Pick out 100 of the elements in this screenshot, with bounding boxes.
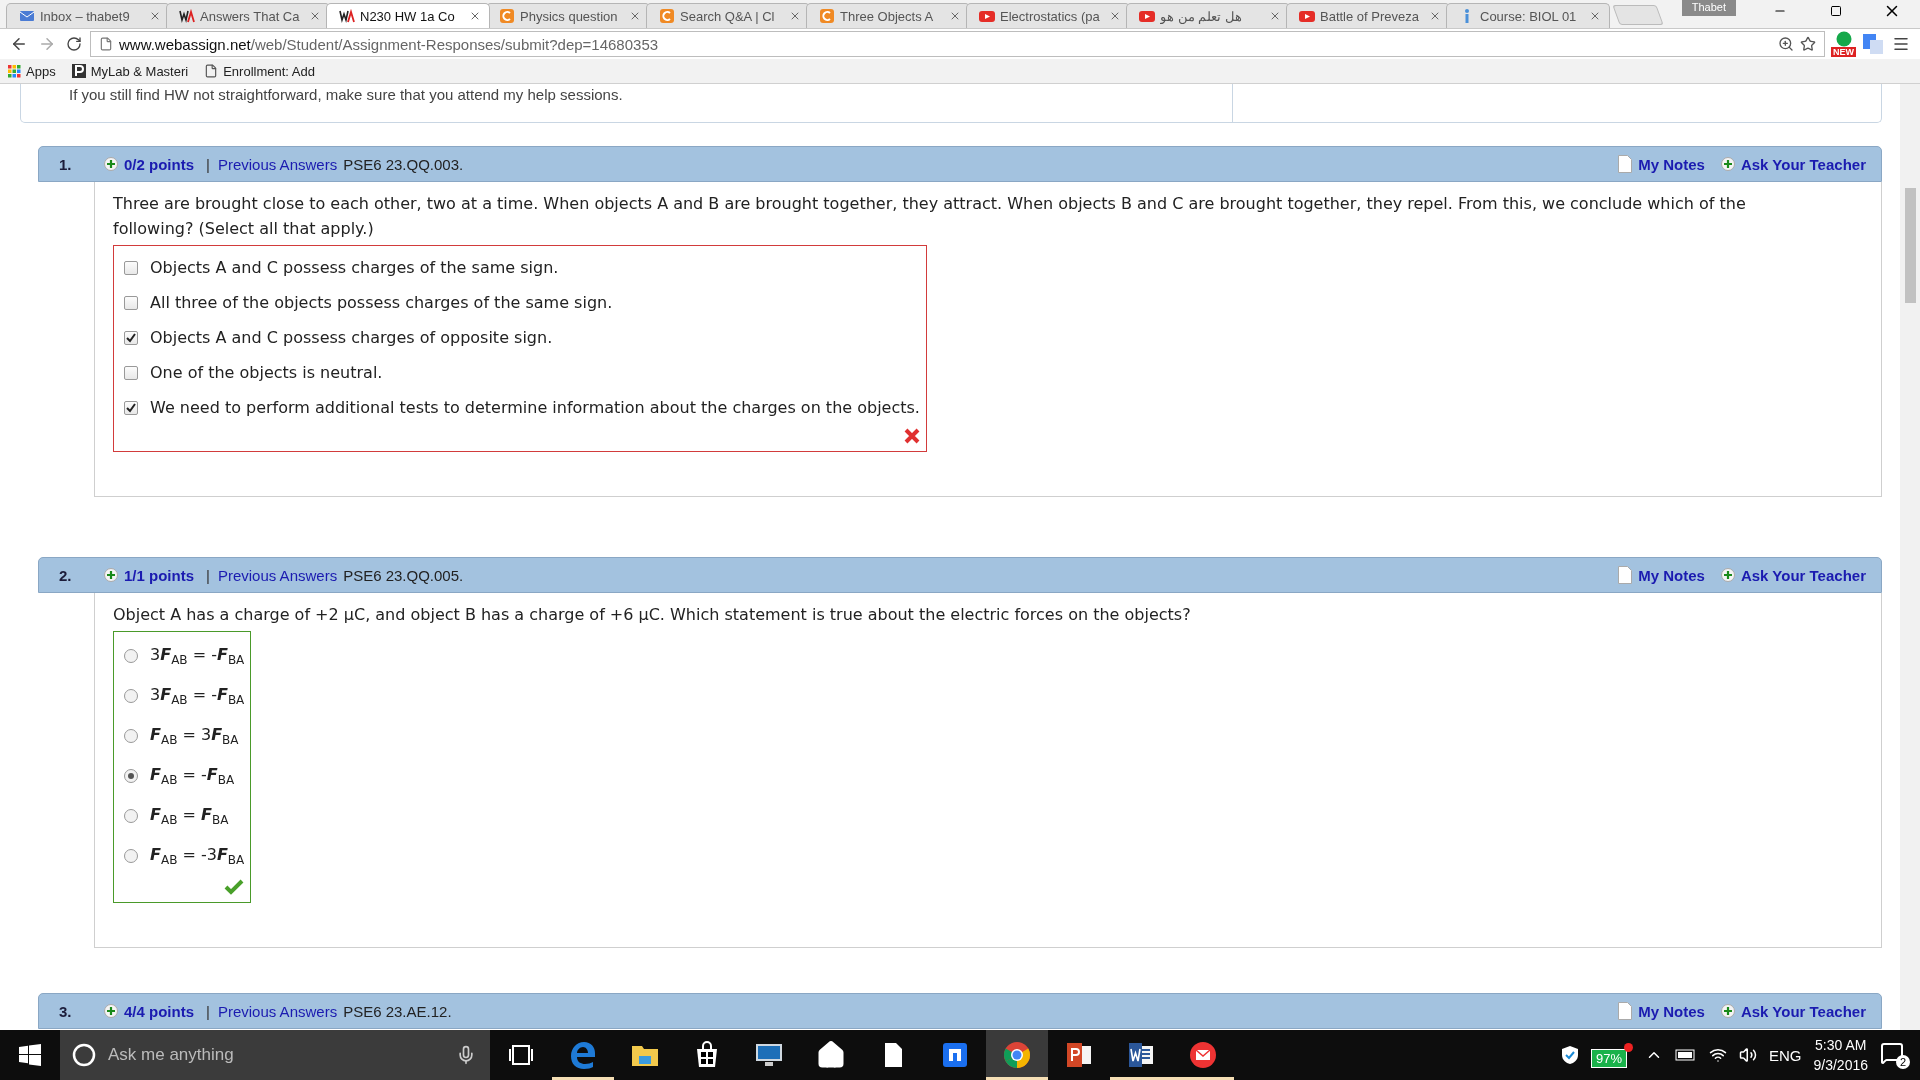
option-label: Objects A and C possess charges of the same sign. xyxy=(150,258,559,277)
checkmark-icon xyxy=(126,332,136,343)
separator-text: | xyxy=(206,1002,210,1020)
windows-logo-icon xyxy=(19,1044,41,1066)
option-label: F$_{AB}$ = 3F$_{BA}$ xyxy=(150,724,239,748)
envelope-icon xyxy=(19,8,35,24)
close-icon[interactable] xyxy=(1269,10,1281,22)
my-notes-link[interactable]: My Notes xyxy=(1638,155,1705,173)
bookmark-link[interactable]: MyLab & Masteri xyxy=(71,63,189,79)
profile-name[interactable]: Thabet xyxy=(1681,0,1736,16)
shield-icon xyxy=(1560,1045,1579,1065)
bookmark-link[interactable]: Enrollment: Add xyxy=(204,63,315,79)
option-label: F$_{AB}$ = F$_{BA}$ xyxy=(150,804,229,828)
logo-icon xyxy=(659,8,675,24)
my-notes-link[interactable]: My Notes xyxy=(1638,566,1705,584)
note-icon xyxy=(1618,1002,1633,1020)
radio-button[interactable] xyxy=(124,769,138,783)
logo-icon xyxy=(819,8,835,24)
previous-answers-link[interactable]: Previous Answers xyxy=(217,566,338,584)
question-number: 3. xyxy=(59,1002,73,1020)
close-icon[interactable] xyxy=(1109,10,1121,22)
checkbox[interactable] xyxy=(124,330,138,345)
envelope-icon xyxy=(1188,1040,1218,1070)
option-label: F$_{AB}$ = -F$_{BA}$ xyxy=(150,764,235,788)
checkmark-icon xyxy=(126,402,136,413)
checkbox[interactable] xyxy=(124,400,138,415)
my-notes-link[interactable]: My Notes xyxy=(1638,1002,1705,1020)
document-lines-icon xyxy=(1126,1040,1156,1070)
plus-icon xyxy=(1720,1004,1735,1018)
radio-button[interactable] xyxy=(124,649,138,663)
close-icon[interactable] xyxy=(149,10,161,22)
previous-answers-link[interactable]: Previous Answers xyxy=(217,1002,338,1020)
notifications-button[interactable]: 2 xyxy=(1880,1041,1910,1069)
page-icon xyxy=(99,37,113,51)
language-indicator[interactable]: ENG xyxy=(1769,1046,1802,1064)
option-label: F$_{AB}$ = -3F$_{BA}$ xyxy=(150,844,245,868)
checkbox[interactable] xyxy=(124,365,138,380)
app-icon xyxy=(940,1040,970,1070)
browser-tab[interactable]: Course: BIOL 01 xyxy=(1446,3,1610,28)
option-label: Objects A and C possess charges of opposite sign. xyxy=(150,328,553,347)
microphone-icon[interactable] xyxy=(456,1045,476,1065)
close-icon[interactable] xyxy=(1429,10,1441,22)
points-score: 1/1 points xyxy=(124,566,194,584)
question-text: Object A has a charge of +2 μC, and object B has a charge of +6 μC. Which statement is true about the electric forces on the objects? xyxy=(113,604,1192,626)
translate-icon[interactable] xyxy=(1862,33,1884,55)
play-icon xyxy=(979,8,995,24)
checkbox[interactable] xyxy=(124,295,138,310)
chrome-icon xyxy=(1002,1040,1032,1070)
plus-icon xyxy=(104,568,118,582)
task-view-icon xyxy=(509,1044,533,1066)
previous-answers-link[interactable]: Previous Answers xyxy=(217,155,338,173)
ask-teacher-link[interactable]: Ask Your Teacher xyxy=(1740,1002,1866,1020)
checkbox[interactable] xyxy=(124,260,138,275)
clock[interactable]: 5:30 AM 9/3/2016 xyxy=(1813,1035,1868,1075)
scrollbar[interactable] xyxy=(1900,84,1920,1030)
close-icon[interactable] xyxy=(1589,10,1601,22)
question-code: PSE6 23.QQ.005. xyxy=(343,566,464,584)
page-icon xyxy=(204,64,219,78)
note-icon xyxy=(1618,155,1633,173)
play-icon xyxy=(1139,8,1155,24)
option-label: All three of the objects possess charges of the same sign. xyxy=(150,293,613,312)
close-icon[interactable] xyxy=(309,10,321,22)
play-icon xyxy=(1299,8,1315,24)
plus-icon xyxy=(1720,157,1735,171)
logo-icon xyxy=(179,8,195,24)
address-bar[interactable]: www.webassign.net/web/Student/Assignment-Responses/submit?dep=14680353 xyxy=(90,31,1825,57)
volume-icon[interactable] xyxy=(1739,1046,1757,1064)
close-icon[interactable] xyxy=(629,10,641,22)
note-icon xyxy=(1618,566,1633,584)
taskbar-app-button[interactable] xyxy=(986,1030,1048,1080)
reload-button[interactable] xyxy=(64,34,84,54)
home-icon xyxy=(816,1040,846,1070)
option-label: One of the objects is neutral. xyxy=(150,363,383,382)
plus-icon xyxy=(104,157,118,171)
close-icon[interactable] xyxy=(949,10,961,22)
ask-teacher-link[interactable]: Ask Your Teacher xyxy=(1740,155,1866,173)
radio-button[interactable] xyxy=(124,689,138,703)
apps-grid-icon xyxy=(8,64,21,78)
battery-icon[interactable] xyxy=(1675,1048,1697,1062)
points-score: 0/2 points xyxy=(124,155,194,173)
radio-button[interactable] xyxy=(124,729,138,743)
search-field[interactable]: Ask me anything xyxy=(106,1044,446,1066)
wifi-icon[interactable] xyxy=(1709,1046,1727,1064)
star-icon[interactable] xyxy=(1800,36,1816,52)
browser-tab[interactable]: N230 HW 1a Co xyxy=(326,3,490,28)
question-number: 2. xyxy=(59,566,73,584)
close-icon[interactable] xyxy=(789,10,801,22)
close-icon[interactable] xyxy=(469,10,481,22)
slides-icon xyxy=(1064,1040,1094,1070)
zoom-icon[interactable] xyxy=(1778,36,1794,52)
extension-icon[interactable] xyxy=(1835,31,1852,47)
search-bar[interactable]: Ask me anything xyxy=(60,1030,490,1080)
radio-button[interactable] xyxy=(124,849,138,863)
intro-text: If you still find HW not straightforward, make sure that you attend my help sessions. xyxy=(21,84,1233,122)
new-badge: NEW xyxy=(1831,47,1856,57)
radio-button[interactable] xyxy=(124,809,138,823)
bookmark-link[interactable]: Apps xyxy=(8,63,56,79)
circle-icon xyxy=(72,1043,96,1067)
separator-text: | xyxy=(206,155,210,173)
ask-teacher-link[interactable]: Ask Your Teacher xyxy=(1740,566,1866,584)
